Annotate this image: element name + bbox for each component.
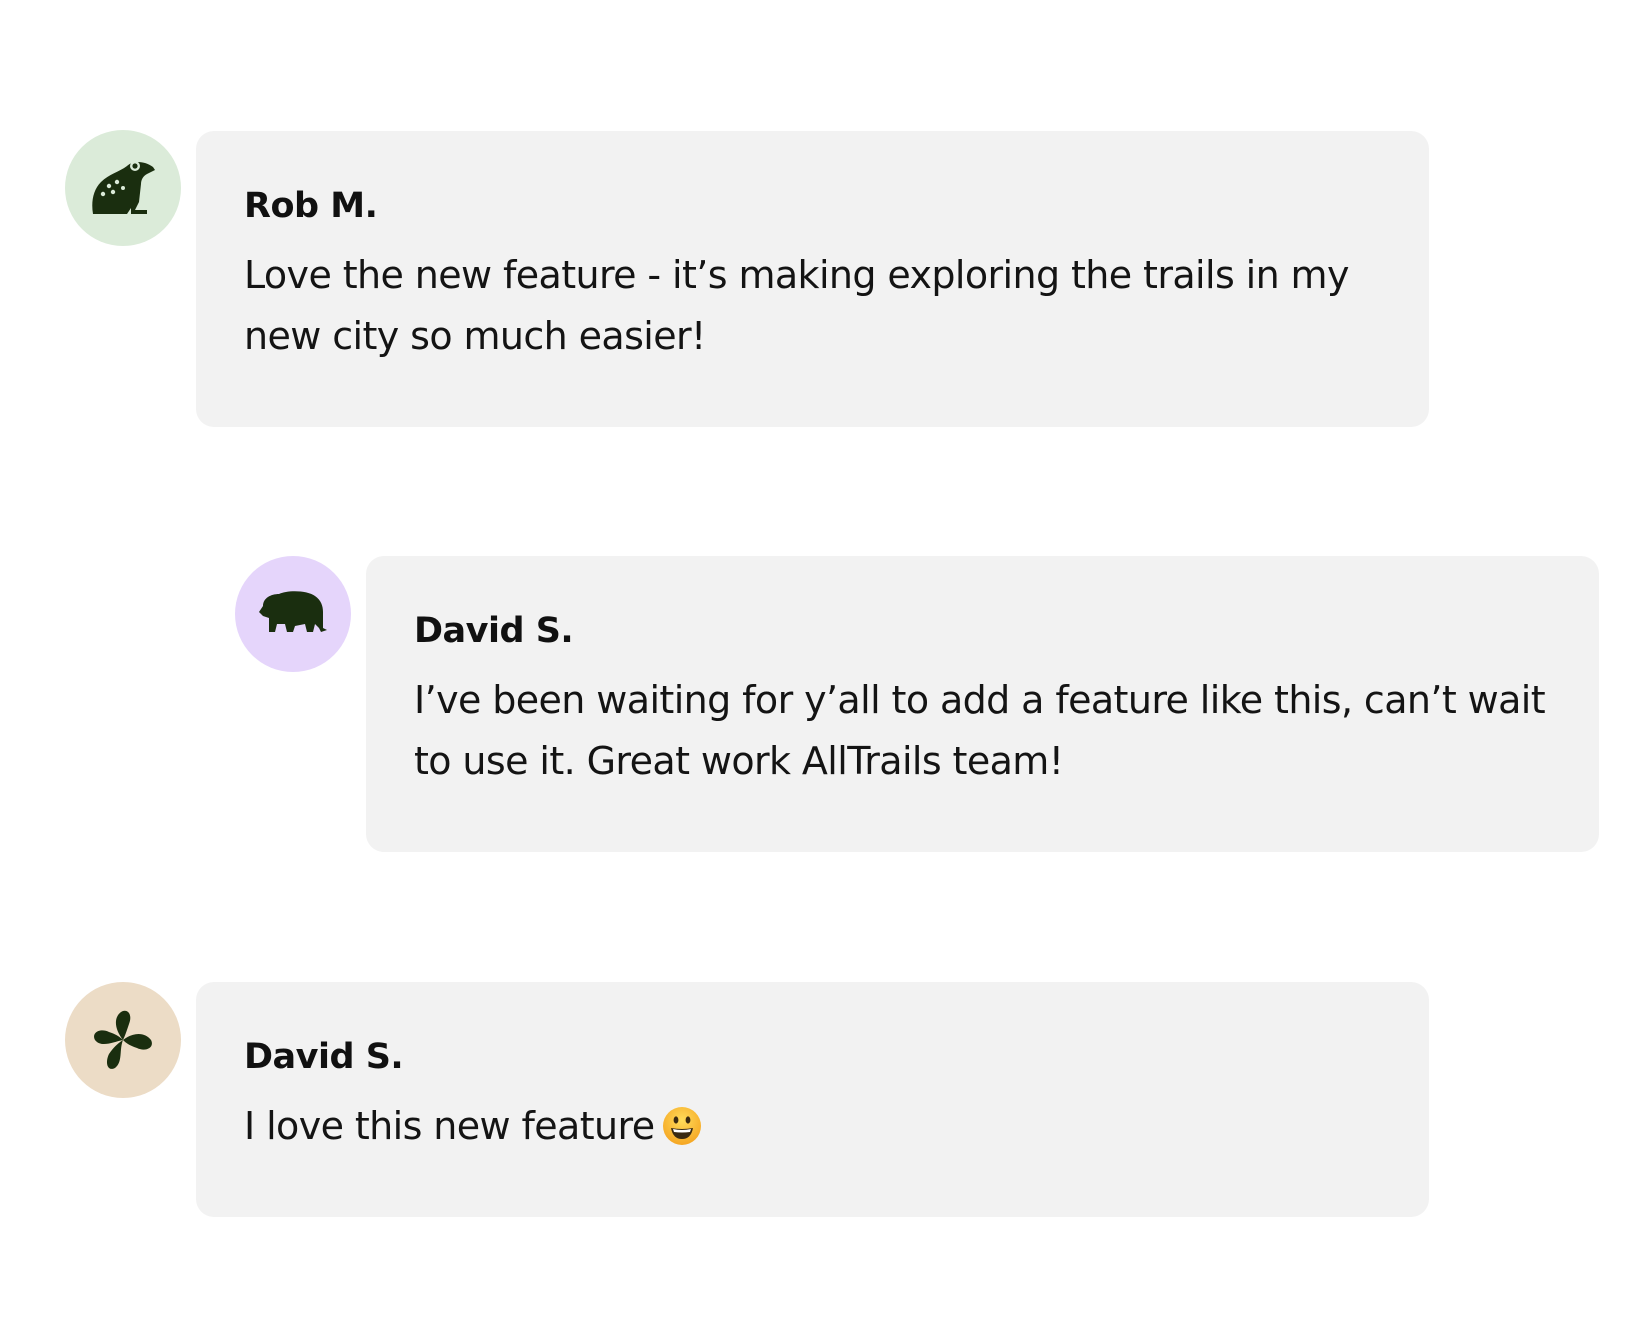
avatar[interactable] [235,556,351,672]
avatar[interactable] [65,982,181,1098]
comment-author: David S. [414,611,574,651]
avatar[interactable] [65,130,181,246]
comment-thread: Rob M. Love the new feature - it’s makin… [0,0,1628,1330]
comment-text: I’ve been waiting for y’all to add a fea… [414,678,1546,783]
clover-icon [94,1010,152,1069]
comment-bubble: David S. I love this new feature [196,982,1429,1217]
comment-text: Love the new feature - it’s making explo… [244,253,1349,358]
comment-text: I love this new feature [244,1096,1381,1164]
comment-text-content: I love this new feature [244,1104,655,1148]
comment-author: Rob M. [244,186,378,226]
bear-icon [259,591,327,632]
frog-icon [92,161,155,214]
comment-bubble: David S. I’ve been waiting for y’all to … [366,556,1599,852]
comment-bubble: Rob M. Love the new feature - it’s makin… [196,131,1429,427]
comment-author: David S. [244,1037,404,1077]
grinning-face-emoji [662,1103,702,1164]
